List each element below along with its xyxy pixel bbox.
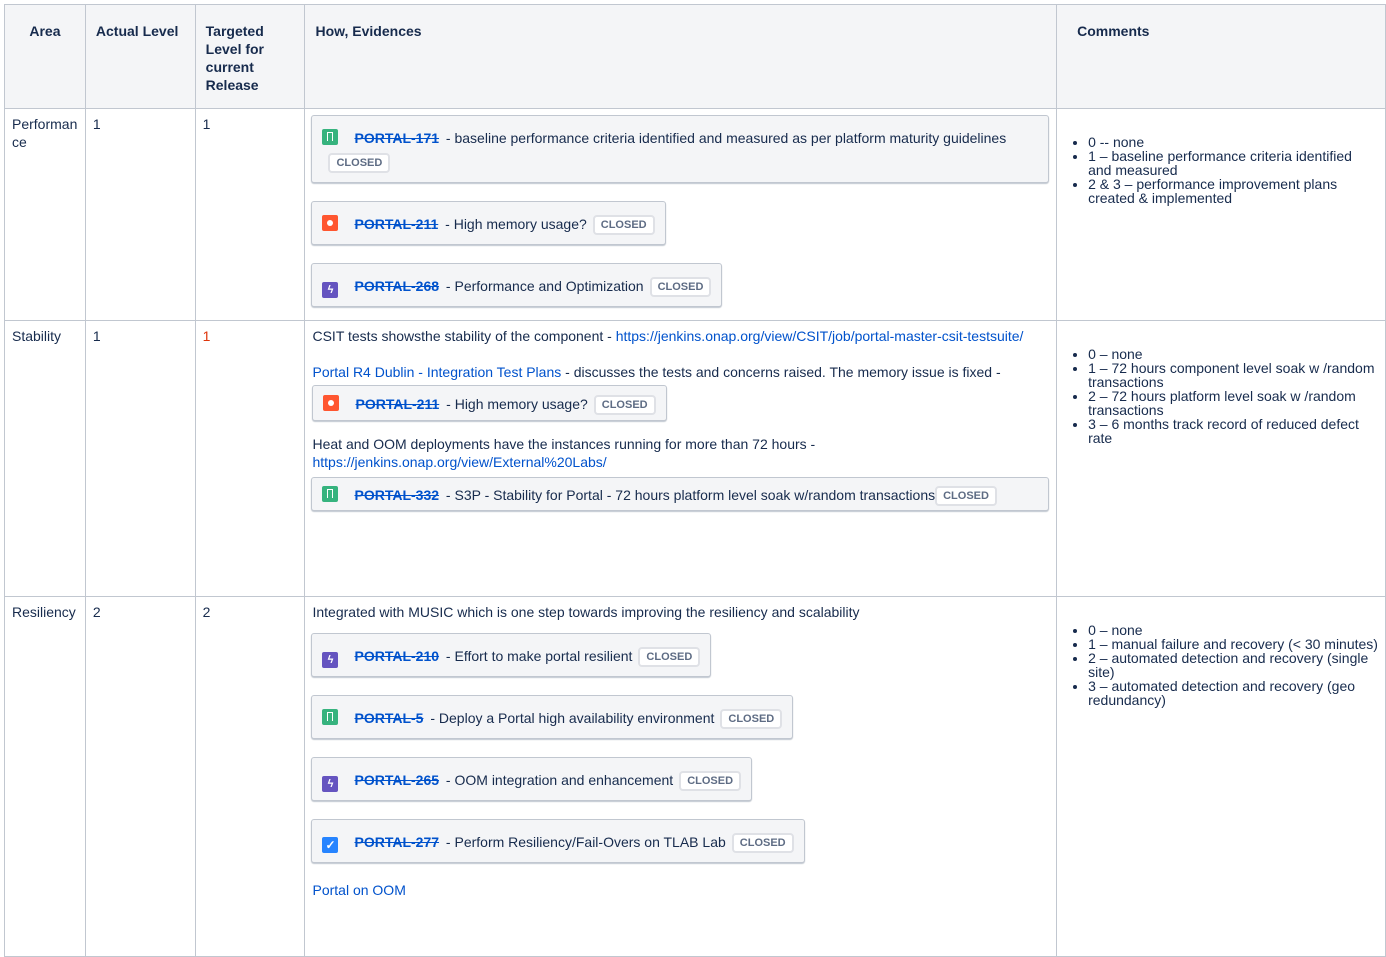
- story-icon: [322, 486, 339, 502]
- cell-evidences: CSIT tests showsthe stability of the com…: [304, 320, 1058, 597]
- cell-actual-level: 1: [84, 320, 196, 597]
- issue-summary: High memory usage?: [453, 216, 587, 232]
- cell-targeted-level: 2: [194, 596, 306, 957]
- status-badge: CLOSED: [935, 486, 997, 506]
- evidence-paragraph: Integrated with MUSIC which is one step …: [312, 604, 860, 620]
- status-badge: CLOSED: [638, 647, 701, 667]
- header-row: Area Actual Level Targeted Level for cur…: [4, 4, 1386, 109]
- row-resiliency: Resiliency 2 2 Integrated with MUSIC whi…: [4, 596, 1386, 957]
- comments-list: 0 – none 1 – 72 hours component level so…: [1064, 347, 1378, 445]
- jira-issue[interactable]: PORTAL-211 - High memory usage? CLOSED: [311, 201, 666, 245]
- jira-issue[interactable]: PORTAL-5 - Deploy a Portal high availabi…: [311, 695, 794, 739]
- header-comments: Comments: [1056, 4, 1386, 109]
- status-badge: CLOSED: [649, 277, 712, 297]
- evidence-paragraph: Portal R4 Dublin - Integration Test Plan…: [312, 359, 1049, 421]
- cell-targeted-level: 1: [194, 320, 306, 597]
- list-item: 2 & 3 – performance improvement plans cr…: [1088, 177, 1378, 205]
- cell-targeted-level: 1: [194, 108, 306, 321]
- row-stability: Stability 1 1 CSIT tests showsthe stabil…: [4, 320, 1386, 597]
- issue-key-link[interactable]: PORTAL-265: [354, 772, 439, 788]
- issue-key-link[interactable]: PORTAL-332: [354, 487, 439, 503]
- list-item: 3 – automated detection and recovery (ge…: [1088, 679, 1378, 707]
- story-icon: [322, 709, 339, 725]
- header-targeted-level: Targeted Level for current Release: [194, 4, 306, 109]
- issue-summary: S3P - Stability for Portal - 72 hours pl…: [454, 487, 936, 503]
- external-labs-link[interactable]: https://jenkins.onap.org/view/External%2…: [312, 454, 606, 470]
- cell-actual-level: 1: [84, 108, 196, 321]
- jira-issue[interactable]: PORTAL-332 - S3P - Stability for Portal …: [311, 477, 1050, 511]
- issue-key-link[interactable]: PORTAL-5: [354, 710, 423, 726]
- integration-test-plans-link[interactable]: Portal R4 Dublin - Integration Test Plan…: [312, 364, 561, 380]
- cell-actual-level: 2: [84, 596, 196, 957]
- header-area: Area: [4, 4, 86, 109]
- jira-issue[interactable]: ϟ PORTAL-265 - OOM integration and enhanc…: [311, 757, 753, 801]
- status-badge: CLOSED: [679, 771, 742, 791]
- evidence-paragraph: CSIT tests showsthe stability of the com…: [312, 328, 1024, 344]
- status-badge: CLOSED: [731, 833, 794, 853]
- checkbox-task-icon: ✓: [322, 837, 339, 853]
- epic-icon: ϟ: [322, 282, 339, 298]
- issue-summary: High memory usage?: [454, 396, 588, 412]
- issue-key-link[interactable]: PORTAL-171: [354, 130, 439, 146]
- jira-issue[interactable]: PORTAL-211 - High memory usage? CLOSED: [312, 385, 667, 421]
- header-actual-level: Actual Level: [84, 4, 196, 109]
- issue-key-link[interactable]: PORTAL-211: [355, 396, 439, 412]
- list-item: 2 – 72 hours platform level soak w /rand…: [1088, 389, 1378, 417]
- list-item: 2 – automated detection and recovery (si…: [1088, 651, 1378, 679]
- list-item: 1 – 72 hours component level soak w /ran…: [1088, 361, 1378, 389]
- cell-area: Performance: [4, 108, 86, 321]
- cell-comments: 0 – none 1 – 72 hours component level so…: [1056, 320, 1386, 597]
- jira-issue[interactable]: ϟ PORTAL-210 - Effort to make portal resi…: [311, 633, 712, 677]
- story-icon: [322, 129, 339, 145]
- status-badge: CLOSED: [593, 395, 656, 415]
- issue-key-link[interactable]: PORTAL-211: [354, 216, 438, 232]
- status-badge: CLOSED: [592, 215, 655, 235]
- maturity-table: Area Actual Level Targeted Level for cur…: [4, 4, 1386, 957]
- status-badge: CLOSED: [328, 153, 391, 173]
- issue-summary: Effort to make portal resilient: [454, 648, 633, 664]
- portal-on-oom-link[interactable]: Portal on OOM: [312, 882, 405, 898]
- cell-evidences: PORTAL-171 - baseline performance criter…: [304, 108, 1058, 321]
- cell-area: Resiliency: [4, 596, 86, 957]
- issue-summary: OOM integration and enhancement: [454, 772, 674, 788]
- list-item: 0 – none: [1088, 623, 1378, 637]
- issue-summary: Performance and Optimization: [454, 278, 644, 294]
- issue-key-link[interactable]: PORTAL-277: [354, 834, 439, 850]
- cell-evidences: Integrated with MUSIC which is one step …: [304, 596, 1058, 957]
- list-item: 1 – baseline performance criteria identi…: [1088, 149, 1378, 177]
- evidence-paragraph: Heat and OOM deployments have the instan…: [312, 436, 816, 470]
- cell-comments: 0 – none 1 – manual failure and recovery…: [1056, 596, 1386, 957]
- epic-icon: ϟ: [322, 652, 339, 668]
- csit-link[interactable]: https://jenkins.onap.org/view/CSIT/job/p…: [616, 328, 1024, 344]
- list-item: 0 – none: [1088, 347, 1378, 361]
- issue-key-link[interactable]: PORTAL-210: [354, 648, 439, 664]
- issue-summary: Deploy a Portal high availability enviro…: [438, 710, 715, 726]
- issue-summary: baseline performance criteria identified…: [454, 130, 1007, 146]
- bug-icon: [322, 215, 339, 231]
- issue-key-link[interactable]: PORTAL-268: [354, 278, 439, 294]
- comments-list: 0 -- none 1 – baseline performance crite…: [1064, 135, 1378, 205]
- jira-issue[interactable]: PORTAL-171 - baseline performance criter…: [311, 115, 1050, 183]
- issue-summary: Perform Resiliency/Fail-Overs on TLAB La…: [454, 834, 726, 850]
- header-how-evidences: How, Evidences: [304, 4, 1058, 109]
- cell-area: Stability: [4, 320, 86, 597]
- cell-comments: 0 -- none 1 – baseline performance crite…: [1056, 108, 1386, 321]
- list-item: 0 -- none: [1088, 135, 1378, 149]
- comments-list: 0 – none 1 – manual failure and recovery…: [1064, 623, 1378, 707]
- jira-issue[interactable]: ϟ PORTAL-268 - Performance and Optimizati…: [311, 263, 723, 307]
- list-item: 3 – 6 months track record of reduced def…: [1088, 417, 1378, 445]
- status-badge: CLOSED: [720, 709, 783, 729]
- epic-icon: ϟ: [322, 776, 339, 792]
- row-performance: Performance 1 1 PORTAL-171 - baseline pe…: [4, 108, 1386, 321]
- jira-issue[interactable]: ✓ PORTAL-277 - Perform Resiliency/Fail-Ov…: [311, 819, 805, 863]
- bug-icon: [323, 395, 340, 411]
- list-item: 1 – manual failure and recovery (< 30 mi…: [1088, 637, 1378, 651]
